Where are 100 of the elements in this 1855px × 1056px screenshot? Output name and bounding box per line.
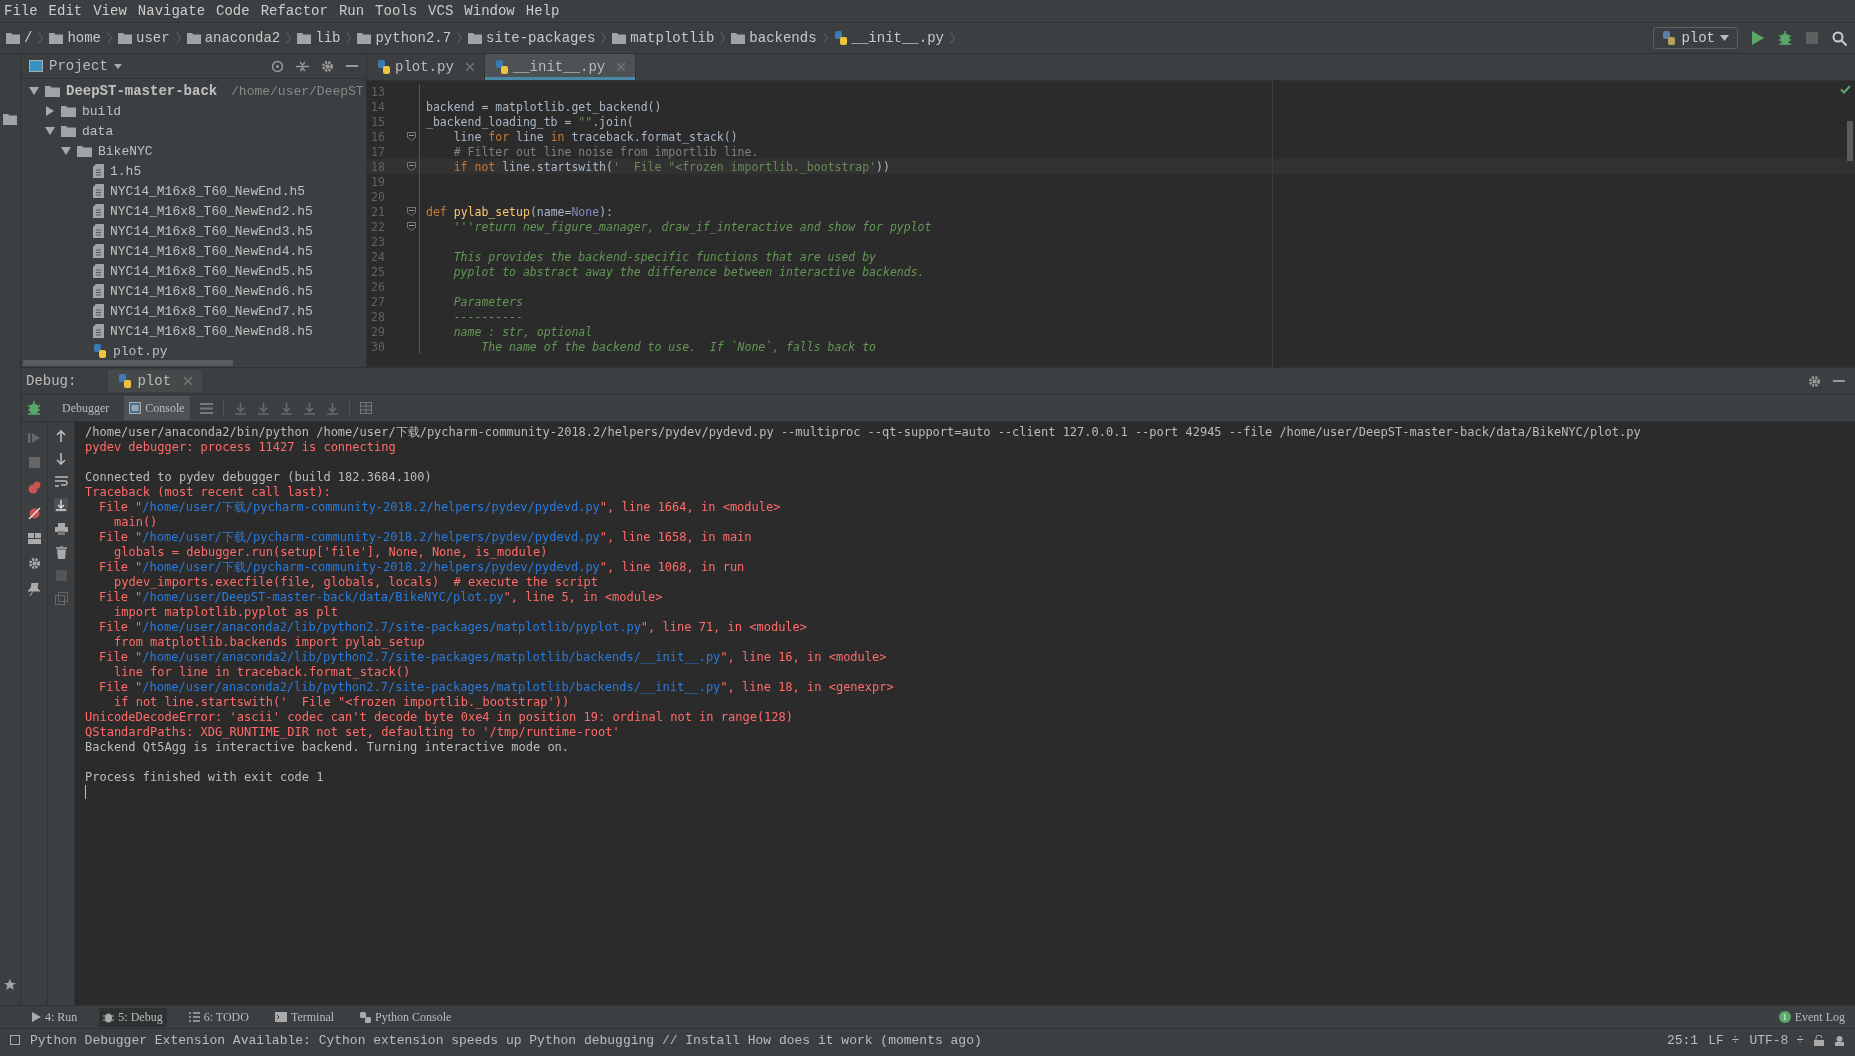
breadcrumb-item[interactable]: user — [118, 30, 187, 46]
menu-item[interactable]: Run — [338, 3, 365, 19]
fold-icon[interactable] — [407, 162, 416, 171]
breadcrumb-item[interactable]: __init__.py — [833, 30, 961, 46]
menu-item[interactable]: File — [4, 3, 38, 19]
menu-item[interactable]: Edit — [48, 3, 83, 19]
file-link[interactable]: /home/user/下载/pycharm-community-2018.2/helpers/pydev/pydevd.py — [142, 500, 600, 514]
folder-icon[interactable] — [3, 114, 17, 125]
tree-item[interactable]: NYC14_M16x8_T60_NewEnd2.h5 — [21, 201, 366, 221]
tree-item[interactable]: data — [21, 121, 366, 141]
breadcrumb-item[interactable]: home — [49, 30, 118, 46]
tree-item[interactable]: NYC14_M16x8_T60_NewEnd3.h5 — [21, 221, 366, 241]
run-icon[interactable] — [1752, 31, 1764, 45]
breadcrumb-item[interactable]: matplotlib — [612, 30, 732, 46]
tool-window-button[interactable]: 6: TODO — [184, 1007, 253, 1027]
session-tab[interactable]: plot — [108, 370, 203, 392]
tree-item[interactable]: plot.py — [21, 341, 366, 361]
star-icon[interactable] — [4, 979, 16, 991]
settings-icon[interactable] — [1808, 374, 1821, 388]
expanded-arrow-icon[interactable] — [45, 126, 55, 136]
panel-toggle-icon[interactable] — [10, 1035, 20, 1045]
menu-item[interactable]: Help — [525, 3, 560, 19]
collapsed-arrow-icon[interactable] — [45, 106, 55, 116]
editor-tab[interactable]: plot.py — [367, 54, 485, 80]
menu-item[interactable]: View — [93, 3, 127, 19]
pin-icon[interactable] — [28, 583, 40, 596]
debug-bug-icon[interactable] — [1778, 31, 1792, 45]
debugger-tab[interactable]: Debugger — [57, 396, 115, 420]
console-line: main() — [113, 515, 159, 530]
print-icon[interactable] — [54, 523, 68, 535]
folder-icon — [49, 32, 64, 44]
event-log-button[interactable]: 1 Event Log — [1778, 1009, 1845, 1025]
file-link[interactable]: /home/user/anaconda2/lib/python2.7/site-packages/matplotlib/backends/__init__.py — [142, 650, 721, 664]
debugger-tab[interactable]: Console — [124, 396, 190, 420]
line-number: 27 — [370, 294, 386, 309]
breakpoints-icon[interactable] — [27, 481, 41, 494]
expanded-arrow-icon[interactable] — [61, 146, 71, 156]
line-number: 29 — [370, 324, 386, 339]
close-icon[interactable] — [465, 63, 474, 71]
lock-icon[interactable] — [1814, 1034, 1824, 1046]
table-icon[interactable] — [359, 402, 372, 414]
code-line: The name of the backend to use. If `None`, falls back to — [480, 339, 877, 354]
list-icon[interactable] — [199, 402, 213, 414]
scroll-to-end-icon[interactable] — [54, 498, 68, 512]
tree-item[interactable]: NYC14_M16x8_T60_NewEnd6.h5 — [21, 281, 366, 301]
run-config-dropdown[interactable]: plot — [1653, 27, 1738, 49]
file-link[interactable]: /home/user/DeepST-master-back/data/BikeNYC/plot.py — [142, 590, 504, 604]
caret-position[interactable]: 25:1 — [1666, 1032, 1699, 1048]
search-icon[interactable] — [1832, 30, 1847, 46]
project-view-dropdown[interactable]: Project — [29, 58, 122, 74]
tree-item[interactable]: NYC14_M16x8_T60_NewEnd.h5 — [21, 181, 366, 201]
menu-item[interactable]: Refactor — [260, 3, 328, 19]
editor-tab[interactable]: __init__.py — [484, 54, 637, 80]
breadcrumb-item[interactable]: backends — [731, 30, 834, 46]
menu-item[interactable]: Code — [216, 3, 250, 19]
tool-window-button[interactable]: 5: Debug — [99, 1007, 167, 1027]
breadcrumb-item[interactable]: python2.7 — [357, 30, 469, 46]
tree-item[interactable]: NYC14_M16x8_T60_NewEnd8.h5 — [21, 321, 366, 341]
menu-item[interactable]: Tools — [375, 3, 418, 19]
fold-icon[interactable] — [407, 132, 416, 141]
menu-item[interactable]: Window — [464, 3, 515, 19]
trash-icon[interactable] — [55, 546, 67, 559]
inspector-icon[interactable] — [1834, 1034, 1845, 1046]
tree-item[interactable]: NYC14_M16x8_T60_NewEnd4.h5 — [21, 241, 366, 261]
expanded-arrow-icon[interactable] — [29, 86, 39, 96]
settings-icon[interactable] — [27, 557, 41, 570]
tree-item[interactable]: BikeNYC — [21, 141, 366, 161]
breadcrumb-item[interactable]: lib — [297, 30, 358, 46]
line-separator[interactable]: LF ÷ — [1708, 1032, 1740, 1048]
fold-icon[interactable] — [407, 207, 416, 216]
settings-icon[interactable] — [321, 59, 334, 73]
file-link[interactable]: /home/user/anaconda2/lib/python2.7/site-packages/matplotlib/pyplot.py — [142, 620, 641, 634]
menu-item[interactable]: Navigate — [137, 3, 206, 19]
tool-window-button[interactable]: 4: Run — [28, 1007, 82, 1027]
tool-window-button[interactable]: Terminal — [270, 1007, 339, 1027]
collapse-icon[interactable] — [296, 59, 309, 73]
target-icon[interactable] — [271, 59, 284, 73]
tool-window-button[interactable]: Python Console — [356, 1007, 456, 1027]
breadcrumb-item[interactable]: site-packages — [468, 30, 613, 46]
tree-item[interactable]: NYC14_M16x8_T60_NewEnd5.h5 — [21, 261, 366, 281]
fold-icon[interactable] — [407, 222, 416, 231]
mute-breakpoints-icon[interactable] — [27, 507, 41, 520]
file-link[interactable]: /home/user/anaconda2/lib/python2.7/site-packages/matplotlib/backends/__init__.py — [142, 680, 721, 694]
file-link[interactable]: /home/user/下载/pycharm-community-2018.2/helpers/pydev/pydevd.py — [142, 530, 600, 544]
file-link[interactable]: /home/user/下载/pycharm-community-2018.2/helpers/pydev/pydevd.py — [142, 560, 600, 574]
soft-wrap-icon[interactable] — [54, 476, 68, 487]
code-line: name : str, optional — [452, 324, 593, 339]
breadcrumb-item[interactable]: anaconda2 — [186, 30, 298, 46]
tree-item[interactable]: build — [21, 101, 366, 121]
breadcrumb-item[interactable]: / — [6, 30, 50, 46]
tree-item[interactable]: NYC14_M16x8_T60_NewEnd7.h5 — [21, 301, 366, 321]
tree-item[interactable]: DeepST-master-back /home/user/DeepST — [21, 81, 366, 101]
folder-icon — [6, 32, 20, 44]
menu-item[interactable]: VCS — [428, 3, 454, 19]
up-arrow-icon[interactable] — [56, 430, 66, 442]
encoding[interactable]: UTF-8 ÷ — [1749, 1032, 1804, 1048]
list-icon — [188, 1012, 200, 1022]
layout-icon[interactable] — [27, 533, 41, 544]
tree-item[interactable]: 1.h5 — [21, 161, 366, 181]
down-arrow-icon[interactable] — [56, 453, 66, 465]
